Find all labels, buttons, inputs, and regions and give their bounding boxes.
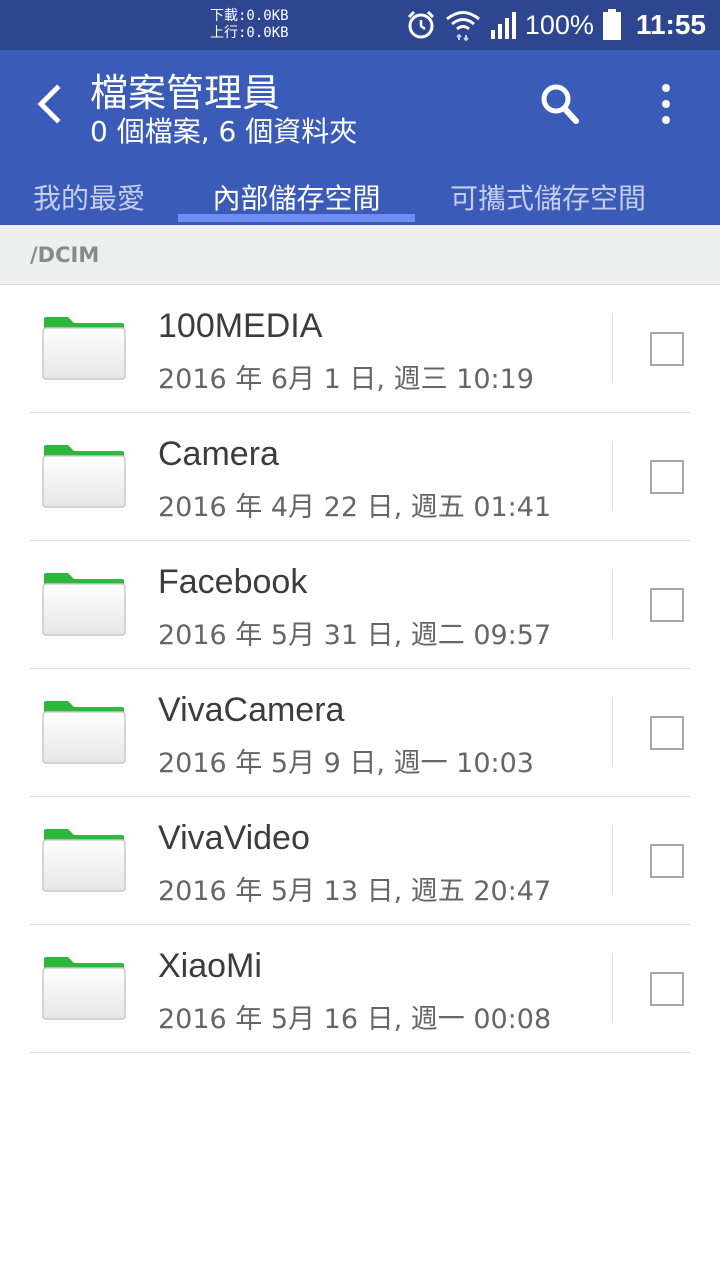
folder-name: XiaoMi — [158, 947, 262, 985]
folder-date: 2016 年 5月 16 日, 週一 00:08 — [158, 1004, 552, 1035]
divider — [612, 569, 613, 639]
divider — [612, 825, 613, 895]
alarm-icon — [405, 9, 437, 41]
clock: 11:55 — [635, 9, 706, 40]
status-bar: 下載:0.0KB 上行:0.0KB 100% 11:55 — [0, 0, 720, 50]
list-item[interactable]: XiaoMi 2016 年 5月 16 日, 週一 00:08 — [0, 925, 720, 1053]
folder-date: 2016 年 5月 9 日, 週一 10:03 — [158, 748, 534, 779]
select-checkbox[interactable] — [650, 844, 684, 878]
download-speed: 下載:0.0KB — [210, 8, 289, 24]
more-vert-icon-dot — [662, 84, 670, 92]
back-arrow-icon — [37, 84, 61, 124]
folder-name: 100MEDIA — [158, 307, 323, 345]
folder-date: 2016 年 5月 13 日, 週五 20:47 — [158, 876, 552, 907]
folder-icon — [42, 957, 126, 1020]
folder-name: Facebook — [158, 563, 308, 601]
folder-name: Camera — [158, 435, 279, 473]
battery-icon — [602, 9, 622, 41]
folder-date: 2016 年 6月 1 日, 週三 10:19 — [158, 364, 534, 395]
more-options-button[interactable] — [646, 78, 686, 130]
network-speed: 下載:0.0KB 上行:0.0KB — [210, 8, 289, 42]
search-button[interactable] — [534, 78, 586, 130]
folder-date: 2016 年 5月 31 日, 週二 09:57 — [158, 620, 552, 651]
back-button[interactable] — [24, 78, 72, 130]
wifi-icon — [445, 9, 481, 41]
folder-name: VivaCamera — [158, 691, 345, 729]
folder-date: 2016 年 4月 22 日, 週五 01:41 — [158, 492, 552, 523]
folder-list: 100MEDIA 2016 年 6月 1 日, 週三 10:19 Camera … — [0, 285, 720, 1053]
list-item[interactable]: VivaVideo 2016 年 5月 13 日, 週五 20:47 — [0, 797, 720, 925]
status-icons: 100% 11:55 — [405, 0, 706, 50]
signal-icon — [489, 10, 517, 40]
folder-icon — [42, 701, 126, 764]
divider — [612, 953, 613, 1023]
tab-indicator — [178, 214, 415, 222]
select-checkbox[interactable] — [650, 972, 684, 1006]
divider — [612, 697, 613, 767]
folder-name: VivaVideo — [158, 819, 310, 857]
search-icon — [541, 84, 579, 124]
select-checkbox[interactable] — [650, 460, 684, 494]
select-checkbox[interactable] — [650, 716, 684, 750]
tab-portable-storage[interactable]: 可攜式儲存空間 — [432, 168, 664, 225]
divider — [612, 441, 613, 511]
divider — [612, 313, 613, 383]
divider — [30, 1052, 690, 1053]
upload-speed: 上行:0.0KB — [210, 25, 289, 41]
folder-icon — [42, 445, 126, 508]
folder-icon — [42, 829, 126, 892]
more-vert-icon-dot — [662, 116, 670, 124]
list-item[interactable]: Facebook 2016 年 5月 31 日, 週二 09:57 — [0, 541, 720, 669]
app-bar: 檔案管理員 0 個檔案, 6 個資料夾 我的最愛 內部儲存空間 可攜式儲存空間 — [0, 50, 720, 225]
list-item[interactable]: VivaCamera 2016 年 5月 9 日, 週一 10:03 — [0, 669, 720, 797]
current-path: /DCIM — [30, 243, 100, 267]
more-vert-icon-dot — [662, 100, 670, 108]
battery-percent: 100% — [524, 9, 594, 40]
list-item[interactable]: Camera 2016 年 4月 22 日, 週五 01:41 — [0, 413, 720, 541]
page-subtitle: 0 個檔案, 6 個資料夾 — [90, 115, 358, 148]
page-title: 檔案管理員 — [90, 71, 281, 115]
tab-favorites[interactable]: 我的最愛 — [18, 168, 160, 225]
path-bar: /DCIM — [0, 225, 720, 285]
list-item[interactable]: 100MEDIA 2016 年 6月 1 日, 週三 10:19 — [0, 285, 720, 413]
select-checkbox[interactable] — [650, 588, 684, 622]
folder-icon — [42, 317, 126, 380]
select-checkbox[interactable] — [650, 332, 684, 366]
folder-icon — [42, 573, 126, 636]
